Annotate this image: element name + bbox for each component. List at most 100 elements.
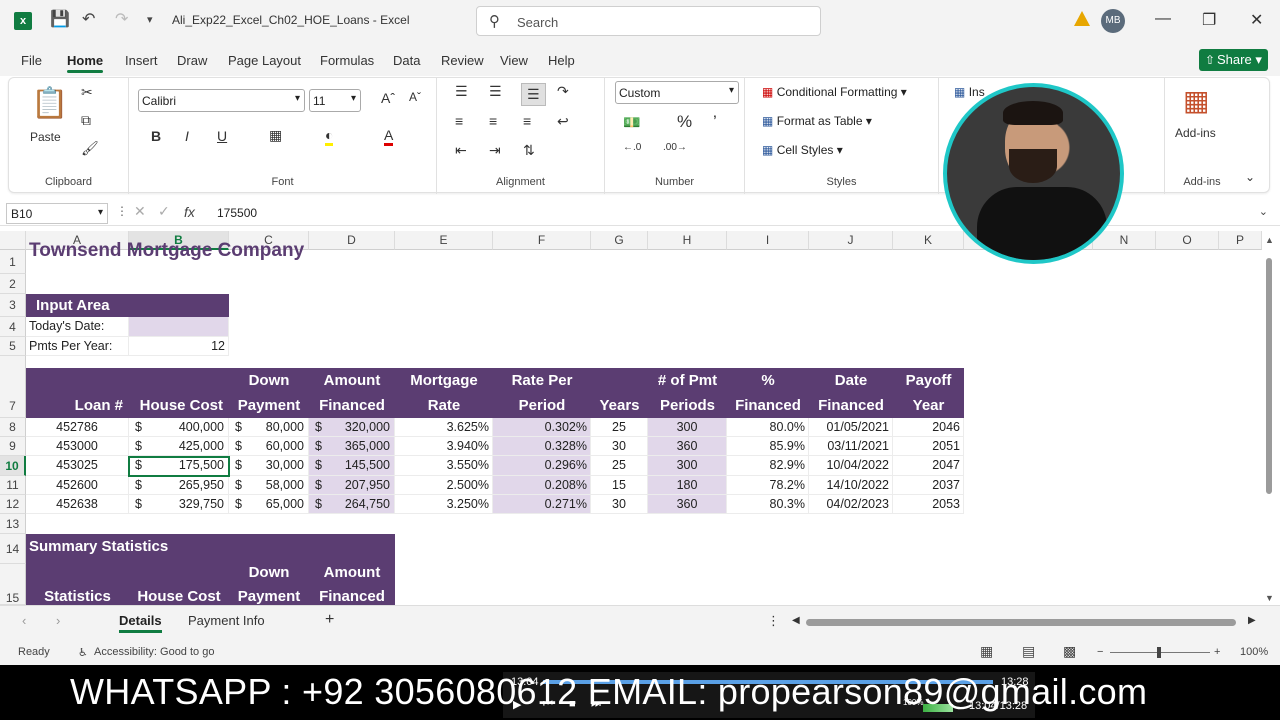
scroll-right-icon[interactable]: ▶ — [1248, 615, 1256, 626]
worksheet-grid[interactable]: A B C D E F G H I J K N O P 1 2 3 4 5 7 … — [0, 231, 1280, 605]
loan-number-cell[interactable]: 452786 — [26, 418, 129, 437]
format-painter-icon[interactable]: 🖌 — [81, 140, 99, 157]
date-financed-cell[interactable]: 14/10/2022 — [809, 476, 893, 495]
date-financed-cell[interactable]: 01/05/2021 — [809, 418, 893, 437]
mortgage-rate-cell[interactable]: 3.625% — [395, 418, 493, 437]
todays-date-cell[interactable] — [129, 317, 229, 337]
row-header[interactable]: 8 — [0, 418, 26, 437]
increase-decimal-icon[interactable]: ←.0 — [623, 142, 641, 153]
years-cell[interactable]: 25 — [591, 456, 648, 476]
payoff-year-cell[interactable]: 2051 — [893, 437, 964, 456]
mortgage-rate-cell[interactable]: 3.940% — [395, 437, 493, 456]
loan-header-top[interactable]: Date — [809, 368, 893, 393]
borders-icon[interactable]: ▦ — [269, 127, 282, 144]
paste-button[interactable]: Paste — [30, 130, 61, 144]
summary-header-top[interactable] — [26, 562, 129, 584]
pmts-per-year-value[interactable]: 12 — [129, 337, 229, 356]
column-header-j[interactable]: J — [809, 231, 893, 250]
accessibility-icon[interactable]: ♿ — [78, 646, 88, 659]
payoff-year-cell[interactable]: 2053 — [893, 495, 964, 514]
loan-header-top[interactable]: % — [727, 368, 809, 393]
percent-financed-cell[interactable]: 78.2% — [727, 476, 809, 495]
more-sheets-icon[interactable]: ⋮ — [767, 613, 780, 629]
row-header[interactable]: 9 — [0, 437, 26, 456]
orientation-icon[interactable]: ↷ — [557, 83, 569, 100]
summary-header-top[interactable]: Amount — [309, 562, 395, 584]
column-header-f[interactable]: F — [493, 231, 591, 250]
loan-number-cell[interactable]: 452600 — [26, 476, 129, 495]
accessibility-status[interactable]: Accessibility: Good to go — [94, 646, 214, 658]
summary-header-bottom[interactable]: Financed — [309, 586, 395, 605]
customize-qat-icon[interactable]: ▾ — [147, 10, 153, 30]
tab-view[interactable]: View — [500, 53, 528, 68]
more-options-icon[interactable]: ⋮ — [116, 204, 128, 218]
copy-icon[interactable]: ⧉ — [81, 112, 91, 129]
date-financed-cell[interactable]: 10/04/2022 — [809, 456, 893, 476]
payoff-year-cell[interactable]: 2046 — [893, 418, 964, 437]
rate-per-period-cell[interactable]: 0.328% — [493, 437, 591, 456]
zoom-slider-thumb[interactable] — [1157, 647, 1161, 658]
summary-header-top[interactable]: Down — [229, 562, 309, 584]
next-sheet-icon[interactable]: › — [56, 613, 60, 628]
paste-icon[interactable]: 📋 — [31, 86, 68, 121]
date-financed-cell[interactable]: 04/02/2023 — [809, 495, 893, 514]
scroll-up-icon[interactable]: ▲ — [1265, 235, 1274, 245]
tab-draw[interactable]: Draw — [177, 53, 207, 68]
save-icon[interactable]: 💾 — [50, 10, 70, 30]
horizontal-scroll-thumb[interactable] — [806, 619, 1236, 626]
tab-review[interactable]: Review — [441, 53, 484, 68]
underline-icon[interactable]: U — [217, 128, 227, 144]
column-header-k[interactable]: K — [893, 231, 964, 250]
bold-icon[interactable]: B — [151, 128, 161, 144]
loan-header-bottom[interactable]: Year — [893, 393, 964, 418]
rate-per-period-cell[interactable]: 0.296% — [493, 456, 591, 476]
pmt-periods-cell[interactable]: 360 — [648, 495, 727, 514]
page-break-view-icon[interactable]: ▩ — [1063, 643, 1076, 660]
loan-header-top[interactable]: Rate Per — [493, 368, 591, 393]
payoff-year-cell[interactable]: 2037 — [893, 476, 964, 495]
row-header[interactable]: 7 — [0, 356, 26, 418]
date-financed-cell[interactable]: 03/11/2021 — [809, 437, 893, 456]
column-header-i[interactable]: I — [727, 231, 809, 250]
vertical-scrollbar[interactable]: ▲ ▼ — [1262, 235, 1276, 605]
loan-header-top[interactable] — [591, 368, 648, 393]
percent-financed-cell[interactable]: 82.9% — [727, 456, 809, 476]
align-bottom-icon[interactable]: ☰ — [521, 83, 546, 106]
loan-header-top[interactable] — [129, 368, 229, 393]
tab-data[interactable]: Data — [393, 53, 420, 68]
avatar[interactable]: MB — [1101, 9, 1125, 33]
number-format-select[interactable]: Custom ▾ — [615, 81, 739, 104]
zoom-in-icon[interactable]: + — [1214, 646, 1220, 658]
loan-header-top[interactable]: # of Pmt — [648, 368, 727, 393]
loan-header-bottom[interactable]: Financed — [809, 393, 893, 418]
pmts-per-year-label[interactable]: Pmts Per Year: — [26, 337, 129, 356]
summary-header-bottom[interactable]: House Cost — [129, 586, 229, 605]
years-cell[interactable]: 30 — [591, 437, 648, 456]
decrease-font-icon[interactable]: Aˇ — [409, 90, 421, 104]
row-header[interactable]: 1 — [0, 250, 26, 274]
loan-header-bottom[interactable]: House Cost — [129, 393, 229, 418]
pmt-periods-cell[interactable]: 180 — [648, 476, 727, 495]
payoff-year-cell[interactable]: 2047 — [893, 456, 964, 476]
addins-button[interactable]: Add-ins — [1175, 126, 1216, 140]
loan-header-top[interactable] — [26, 368, 129, 393]
loan-header-bottom[interactable]: Periods — [648, 393, 727, 418]
font-name-select[interactable]: Calibri ▾ — [138, 89, 305, 112]
mortgage-rate-cell[interactable]: 2.500% — [395, 476, 493, 495]
cut-icon[interactable]: ✂ — [81, 84, 93, 101]
sheet-tab-payment-info[interactable]: Payment Info — [188, 613, 265, 628]
input-area-header[interactable]: Input Area — [26, 294, 229, 317]
loan-number-cell[interactable]: 452638 — [26, 495, 129, 514]
row-header[interactable]: 3 — [0, 294, 26, 317]
summary-header-bottom[interactable]: Statistics — [26, 586, 129, 605]
summary-header-bottom[interactable]: Payment — [229, 586, 309, 605]
close-icon[interactable]: ✕ — [1250, 10, 1263, 30]
row-header[interactable]: 11 — [0, 476, 26, 495]
zoom-level[interactable]: 100% — [1240, 646, 1268, 658]
mortgage-rate-cell[interactable]: 3.550% — [395, 456, 493, 476]
row-header[interactable]: 14 — [0, 534, 26, 564]
fill-color-icon[interactable]: ◐ — [325, 127, 334, 146]
warning-icon[interactable] — [1074, 11, 1090, 26]
align-middle-icon[interactable]: ☰ — [489, 83, 502, 100]
cancel-icon[interactable]: ✕ — [134, 203, 146, 220]
